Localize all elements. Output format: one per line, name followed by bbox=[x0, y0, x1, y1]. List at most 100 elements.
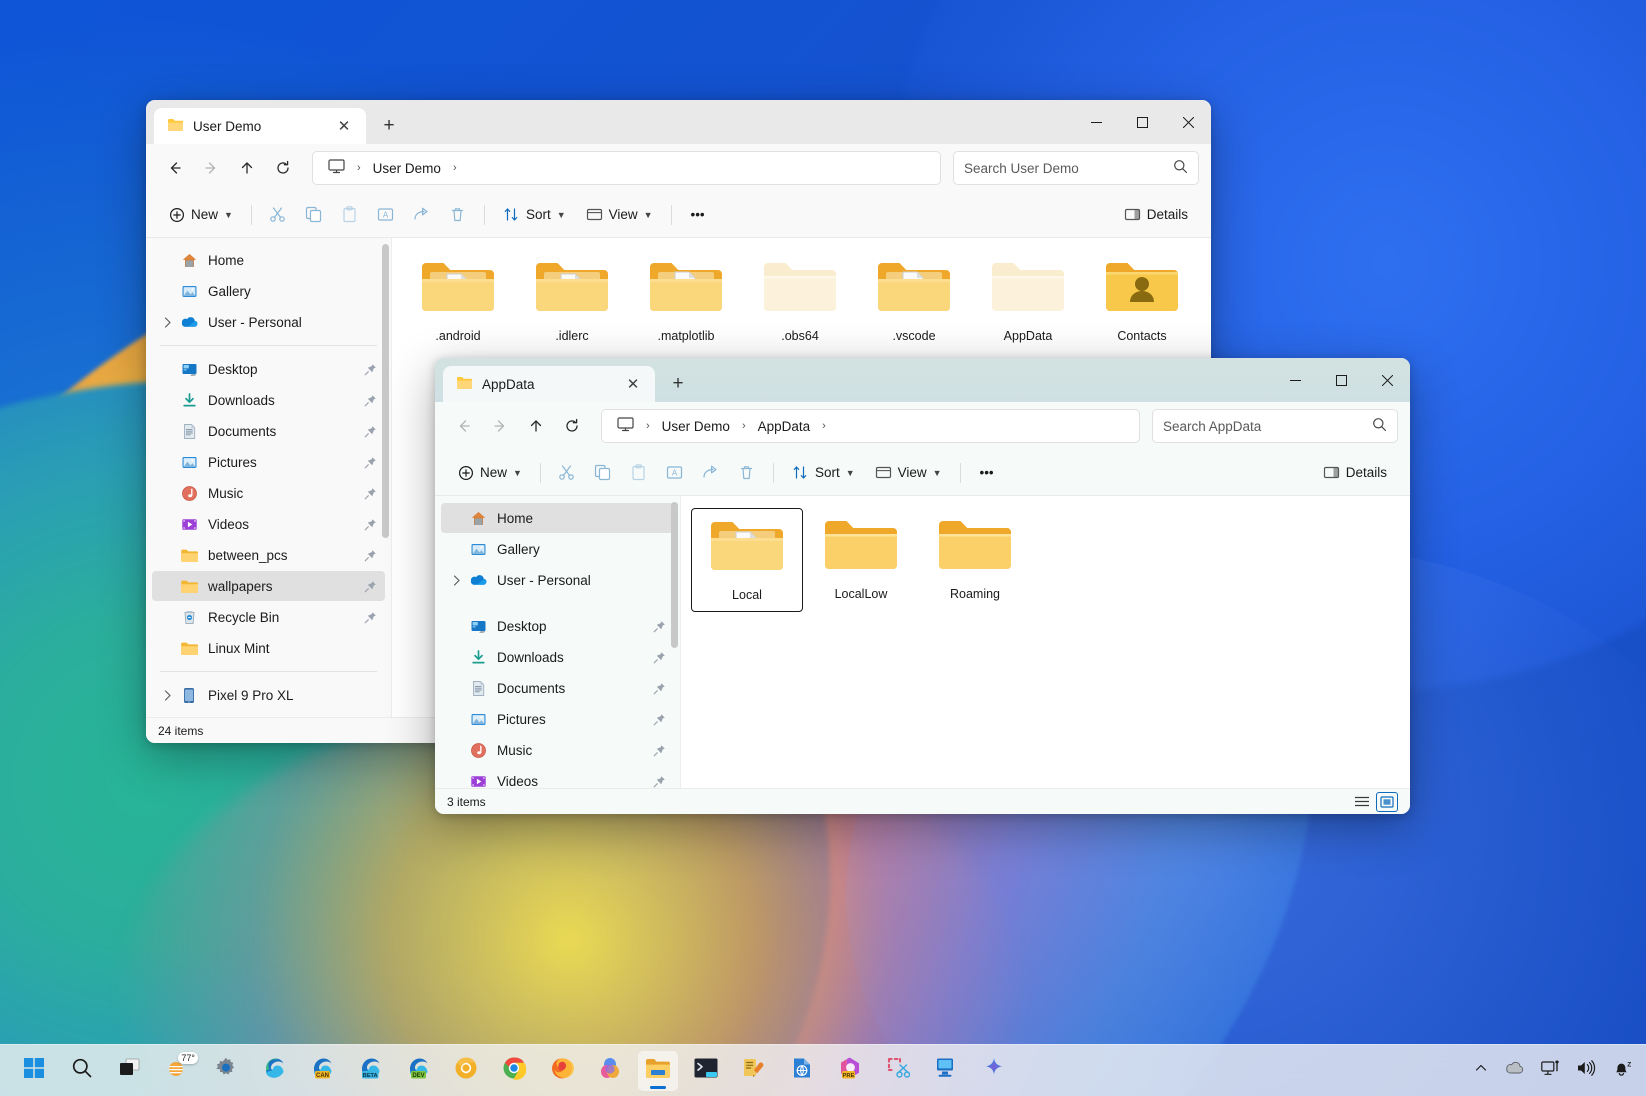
onedrive-tray[interactable] bbox=[1498, 1054, 1532, 1088]
volume-tray[interactable] bbox=[1569, 1054, 1603, 1088]
window2-minimize-button[interactable] bbox=[1272, 358, 1318, 402]
file-item[interactable]: Roaming bbox=[919, 508, 1031, 612]
pin-icon[interactable] bbox=[361, 580, 379, 593]
pin-icon[interactable] bbox=[650, 713, 668, 726]
window2-tab-close-icon[interactable]: ✕ bbox=[621, 372, 645, 396]
sidebar-item-documents[interactable]: Documents bbox=[441, 673, 674, 703]
window1-maximize-button[interactable] bbox=[1119, 100, 1165, 144]
forward-icon[interactable] bbox=[194, 151, 228, 185]
file-item[interactable]: .matplotlib bbox=[630, 250, 742, 354]
copilot-sparkle-button[interactable] bbox=[974, 1051, 1014, 1091]
search-icon[interactable] bbox=[1173, 159, 1188, 177]
weather-widget[interactable]: 77° bbox=[158, 1051, 198, 1091]
chevron-right-icon[interactable] bbox=[447, 575, 467, 586]
notifications-tray[interactable]: Z bbox=[1605, 1054, 1638, 1088]
window2-sidebar[interactable]: HomeGalleryUser - Personal DesktopDownlo… bbox=[435, 496, 680, 788]
sidebar-item-pictures[interactable]: Pictures bbox=[441, 704, 674, 734]
pin-icon[interactable] bbox=[361, 518, 379, 531]
file-item[interactable]: Contacts bbox=[1086, 250, 1198, 354]
cut-button[interactable] bbox=[261, 199, 295, 231]
sidebar-item-home[interactable]: Home bbox=[152, 245, 385, 275]
sidebar-item-linux-mint[interactable]: Linux Mint bbox=[152, 633, 385, 663]
breadcrumb-user-demo-2[interactable]: User Demo bbox=[655, 416, 737, 437]
sidebar-item-gallery[interactable]: Gallery bbox=[152, 276, 385, 306]
pin-icon[interactable] bbox=[361, 425, 379, 438]
chevron-right-icon[interactable] bbox=[158, 317, 178, 328]
sidebar-item-downloads[interactable]: Downloads bbox=[152, 385, 385, 415]
snipping-tool-button[interactable] bbox=[878, 1051, 918, 1091]
back-icon[interactable] bbox=[158, 151, 192, 185]
powerpoint-preview-button[interactable]: PRE bbox=[830, 1051, 870, 1091]
chevron-right-icon[interactable] bbox=[158, 690, 178, 701]
window1-address-bar[interactable]: › User Demo › bbox=[312, 151, 941, 185]
breadcrumb-appdata[interactable]: AppData bbox=[751, 416, 818, 437]
sidebar-item-music[interactable]: Music bbox=[152, 478, 385, 508]
sidebar-item-desktop[interactable]: Desktop bbox=[441, 611, 674, 641]
search-button[interactable] bbox=[62, 1051, 102, 1091]
start-button[interactable] bbox=[14, 1051, 54, 1091]
web-file-button[interactable] bbox=[782, 1051, 822, 1091]
pin-icon[interactable] bbox=[361, 487, 379, 500]
window2-file-grid[interactable]: Local LocalLow Roaming bbox=[680, 496, 1410, 788]
window2-tab[interactable]: AppData ✕ bbox=[443, 366, 655, 402]
file-explorer-window-appdata[interactable]: AppData ✕ + bbox=[435, 358, 1410, 814]
sidebar-item-documents[interactable]: Documents bbox=[152, 416, 385, 446]
view-button[interactable]: View ▼ bbox=[577, 199, 662, 231]
view-button-2[interactable]: View ▼ bbox=[866, 457, 951, 489]
sort-button-2[interactable]: Sort ▼ bbox=[783, 457, 864, 489]
terminal-button[interactable] bbox=[686, 1051, 726, 1091]
up-icon[interactable] bbox=[230, 151, 264, 185]
file-item[interactable]: LocalLow bbox=[805, 508, 917, 612]
paste-button-2[interactable] bbox=[622, 457, 656, 489]
sidebar-item-desktop[interactable]: Desktop bbox=[152, 354, 385, 384]
remote-desktop-button[interactable] bbox=[926, 1051, 966, 1091]
pin-icon[interactable] bbox=[650, 775, 668, 788]
file-item[interactable]: .obs64 bbox=[744, 250, 856, 354]
breadcrumb-user-demo[interactable]: User Demo bbox=[366, 158, 448, 179]
refresh-icon-2[interactable] bbox=[555, 409, 589, 443]
window1-minimize-button[interactable] bbox=[1073, 100, 1119, 144]
new-button-2[interactable]: New ▼ bbox=[449, 457, 531, 489]
file-item[interactable]: .idlerc bbox=[516, 250, 628, 354]
this-pc-icon-2[interactable] bbox=[610, 414, 641, 438]
more-options-button-2[interactable]: ••• bbox=[970, 457, 1004, 489]
delete-button[interactable] bbox=[441, 199, 475, 231]
edge-button[interactable] bbox=[254, 1051, 294, 1091]
sort-button[interactable]: Sort ▼ bbox=[494, 199, 575, 231]
pin-icon[interactable] bbox=[361, 394, 379, 407]
settings-button[interactable] bbox=[206, 1051, 246, 1091]
refresh-icon[interactable] bbox=[266, 151, 300, 185]
task-view-button[interactable] bbox=[110, 1051, 150, 1091]
firefox-button[interactable] bbox=[542, 1051, 582, 1091]
sidebar-item-downloads[interactable]: Downloads bbox=[441, 642, 674, 672]
rename-button[interactable]: A bbox=[369, 199, 403, 231]
share-button-2[interactable] bbox=[694, 457, 728, 489]
window1-sidebar-scrollbar[interactable] bbox=[382, 244, 389, 711]
window1-search-input[interactable]: Search User Demo bbox=[953, 151, 1199, 185]
window2-address-bar[interactable]: › User Demo › AppData › bbox=[601, 409, 1140, 443]
up-icon-2[interactable] bbox=[519, 409, 553, 443]
share-button[interactable] bbox=[405, 199, 439, 231]
sidebar-item-recycle-bin[interactable]: Recycle Bin bbox=[152, 602, 385, 632]
window1-close-button[interactable] bbox=[1165, 100, 1211, 144]
window1-sidebar[interactable]: HomeGalleryUser - Personal DesktopDownlo… bbox=[146, 238, 391, 717]
forward-icon-2[interactable] bbox=[483, 409, 517, 443]
grid-view-button[interactable] bbox=[1376, 792, 1398, 812]
new-button[interactable]: New ▼ bbox=[160, 199, 242, 231]
edge-dev-button[interactable]: DEV bbox=[398, 1051, 438, 1091]
rename-button-2[interactable]: A bbox=[658, 457, 692, 489]
file-item[interactable]: .android bbox=[402, 250, 514, 354]
window2-maximize-button[interactable] bbox=[1318, 358, 1364, 402]
copy-button[interactable] bbox=[297, 199, 331, 231]
window2-new-tab-button[interactable]: + bbox=[663, 369, 693, 399]
sidebar-item-user-personal[interactable]: User - Personal bbox=[152, 307, 385, 337]
pin-icon[interactable] bbox=[650, 651, 668, 664]
details-pane-button-2[interactable]: Details bbox=[1314, 457, 1396, 489]
pin-icon[interactable] bbox=[361, 611, 379, 624]
pin-icon[interactable] bbox=[361, 363, 379, 376]
pin-icon[interactable] bbox=[650, 620, 668, 633]
file-item[interactable]: .vscode bbox=[858, 250, 970, 354]
sidebar-item-videos[interactable]: Videos bbox=[441, 766, 674, 788]
sidebar-item-pixel-9-pro-xl[interactable]: Pixel 9 Pro XL bbox=[152, 680, 385, 710]
network-tray[interactable] bbox=[1534, 1054, 1567, 1088]
